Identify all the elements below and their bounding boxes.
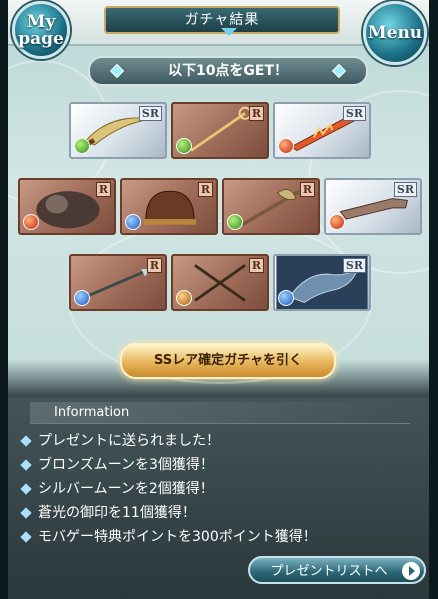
info-item: 蒼光の御印を11個獲得！ [20,502,196,524]
info-text: 蒼光の御印を11個獲得！ [38,505,196,521]
menu-button[interactable]: Menu [363,1,427,65]
present-list-button[interactable]: プレゼントリストへ [248,556,426,584]
diamond-bullet-icon [20,507,32,519]
diamond-bullet-icon [20,483,32,495]
rarity-badge: R [248,106,264,121]
card-beast-r[interactable]: R [18,178,116,235]
wind-element-icon [227,214,243,230]
water-element-icon [278,290,294,306]
info-item: シルバームーンを2個獲得！ [20,478,214,500]
info-text: プレゼントに送られました！ [38,433,220,449]
info-item: プレゼントに送られました！ [20,430,220,452]
info-text: モバゲー特典ポイントを300ポイント獲得！ [38,529,317,545]
wind-element-icon [74,138,90,154]
card-flame-sword-sr[interactable]: SR [273,102,371,159]
earth-element-icon [176,290,192,306]
fire-element-icon [278,138,294,154]
get-banner-text: 以下10点をGET！ [167,63,289,79]
card-sword-sr[interactable]: SR [69,102,167,159]
info-item: モバゲー特典ポイントを300ポイント獲得！ [20,526,317,548]
mypage-button[interactable]: My page [12,1,70,59]
rarity-badge: SR [138,106,162,121]
card-swords-r[interactable]: R [171,254,269,311]
card-staff-r[interactable]: R [171,102,269,159]
diamond-bullet-icon [20,459,32,471]
mypage-label-2: page [18,29,64,49]
info-text: シルバームーンを2個獲得！ [38,481,214,497]
rarity-badge: R [146,258,162,273]
card-dragon-sr[interactable]: SR [273,254,371,311]
card-rifle-sr[interactable]: SR [324,178,422,235]
rarity-badge: R [299,182,315,197]
ss-rare-gacha-button[interactable]: SSレア確定ガチャを引く [120,343,336,379]
present-list-label: プレゼントリストへ [270,564,388,579]
fire-element-icon [23,214,39,230]
game-frame: ガチャ結果 My page Menu 以下10点をGET！ SR R SR R … [8,0,429,599]
arrow-right-icon [402,562,420,580]
rarity-badge: R [248,258,264,273]
rarity-badge: SR [393,182,417,197]
fire-element-icon [329,214,345,230]
rarity-badge: R [95,182,111,197]
diamond-bullet-icon [20,531,32,543]
card-spear-r[interactable]: R [69,254,167,311]
info-item: ブロンズムーンを3個獲得！ [20,454,214,476]
card-helmet-r[interactable]: R [120,178,218,235]
water-element-icon [125,214,141,230]
gem-icon [109,63,125,79]
diamond-bullet-icon [20,435,32,447]
rarity-badge: R [197,182,213,197]
rarity-badge: SR [342,258,366,273]
title-gem-icon [221,28,237,36]
gem-icon [331,63,347,79]
info-title: Information [30,402,410,424]
water-element-icon [74,290,90,306]
card-axe-r[interactable]: R [222,178,320,235]
info-text: ブロンズムーンを3個獲得！ [38,457,214,473]
get-banner: 以下10点をGET！ [88,56,368,86]
wind-element-icon [176,138,192,154]
rarity-badge: SR [342,106,366,121]
